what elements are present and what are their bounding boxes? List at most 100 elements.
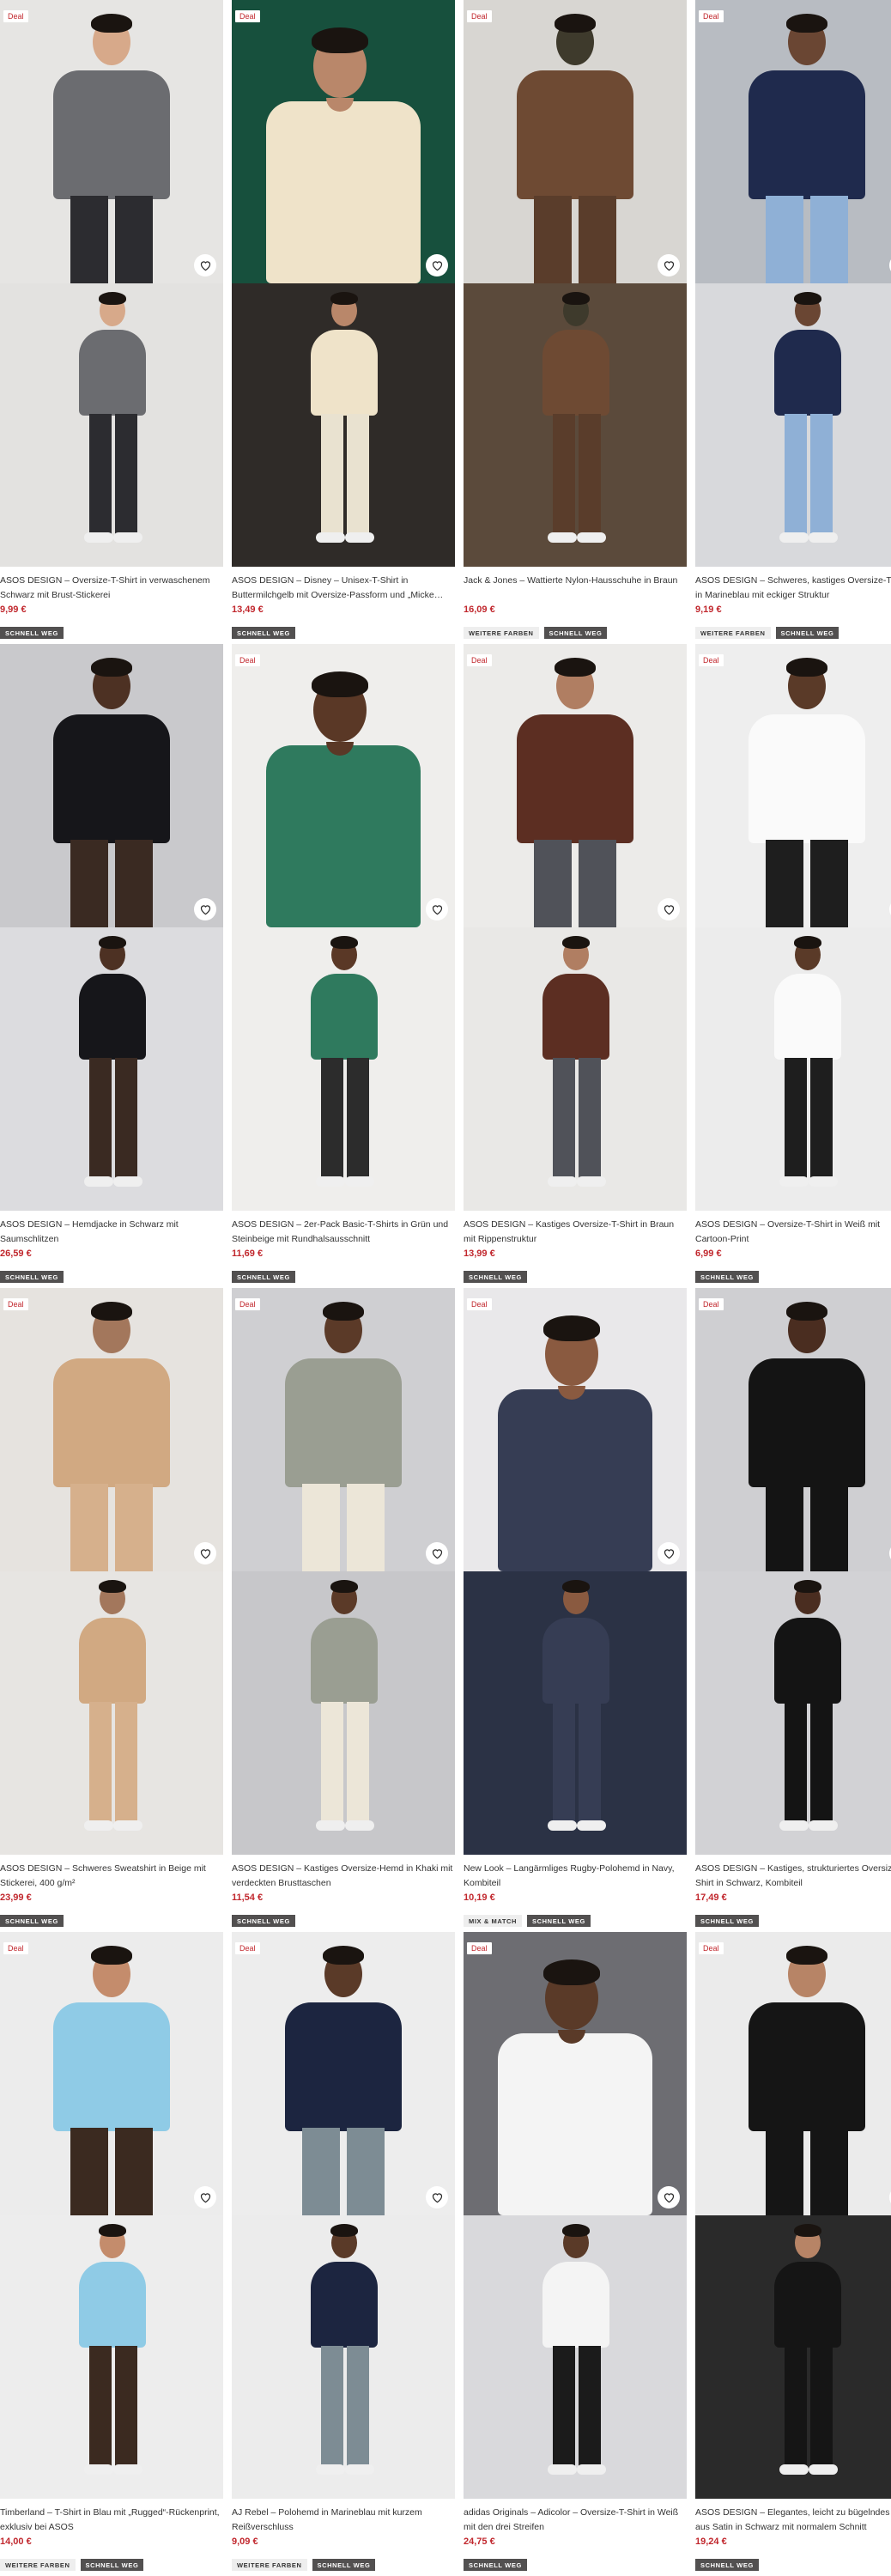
wishlist-button[interactable] <box>658 2186 680 2208</box>
product-image[interactable]: Deal <box>232 0 455 567</box>
product-image[interactable]: Deal <box>695 1932 891 2499</box>
wishlist-button[interactable] <box>194 2186 216 2208</box>
product-photo-secondary[interactable] <box>464 283 687 567</box>
product-card[interactable]: Deal AJ Rebel – Polohemd in Marineblau m… <box>232 1932 455 2576</box>
product-photo-secondary[interactable] <box>232 283 455 567</box>
product-title[interactable]: ASOS DESIGN – 2er-Pack Basic-T-Shirts in… <box>232 1218 453 1247</box>
product-photo-primary[interactable]: Deal <box>695 1288 891 1571</box>
product-card[interactable]: Deal ASOS DESIGN – Disney – Unisex-T-Shi… <box>232 0 455 644</box>
product-photo-primary[interactable]: Deal <box>695 1932 891 2215</box>
heart-outline-icon <box>431 259 444 271</box>
product-title[interactable]: ASOS DESIGN – Kastiges Oversize-T-Shirt … <box>464 1218 685 1247</box>
product-image[interactable]: Deal <box>695 0 891 567</box>
product-card[interactable]: Deal ASOS DESIGN – Schweres Sweatshirt i… <box>0 1288 223 1932</box>
product-card[interactable]: Deal ASOS DESIGN – Oversize-T-Shirt in W… <box>695 644 891 1288</box>
product-title[interactable]: ASOS DESIGN – Kastiges, strukturiertes O… <box>695 1862 891 1891</box>
product-photo-secondary[interactable] <box>0 2215 223 2499</box>
product-title[interactable]: ASOS DESIGN – Elegantes, leicht zu bügel… <box>695 2506 891 2535</box>
product-photo-primary[interactable] <box>0 644 223 927</box>
product-photo-secondary[interactable] <box>232 1571 455 1855</box>
product-photo-secondary[interactable] <box>695 1571 891 1855</box>
product-image[interactable] <box>0 644 223 1211</box>
product-photo-primary[interactable]: Deal <box>464 1288 687 1571</box>
product-image[interactable]: Deal <box>695 644 891 1211</box>
product-card[interactable]: Deal ASOS DESIGN – Elegantes, leicht zu … <box>695 1932 891 2576</box>
wishlist-button[interactable] <box>658 254 680 276</box>
product-image[interactable]: Deal <box>464 1288 687 1855</box>
product-photo-primary[interactable]: Deal <box>232 644 455 927</box>
product-title[interactable]: ASOS DESIGN – Schweres Sweatshirt in Bei… <box>0 1862 221 1891</box>
product-card[interactable]: Deal ASOS DESIGN – Kastiges Oversize-T-S… <box>464 644 687 1288</box>
wishlist-button[interactable] <box>658 1542 680 1564</box>
product-price: 17,49 € <box>695 1893 727 1903</box>
product-photo-primary[interactable]: Deal <box>232 1932 455 2215</box>
product-image[interactable]: Deal <box>0 0 223 567</box>
product-image[interactable]: Deal <box>232 1288 455 1855</box>
product-card[interactable]: Deal ASOS DESIGN – Oversize-T-Shirt in v… <box>0 0 223 644</box>
product-card[interactable]: Deal Jack & Jones – Wattierte Nylon-Haus… <box>464 0 687 644</box>
product-photo-secondary[interactable] <box>0 927 223 1211</box>
product-photo-primary[interactable]: Deal <box>695 0 891 283</box>
product-title[interactable]: ASOS DESIGN – Disney – Unisex-T-Shirt in… <box>232 574 453 603</box>
product-photo-primary[interactable]: Deal <box>232 1288 455 1571</box>
product-image[interactable]: Deal <box>232 1932 455 2499</box>
product-card[interactable]: Deal New Look – Langärmliges Rugby-Poloh… <box>464 1288 687 1932</box>
product-photo-primary[interactable]: Deal <box>0 0 223 283</box>
product-image[interactable]: Deal <box>464 0 687 567</box>
product-card[interactable]: Deal ASOS DESIGN – 2er-Pack Basic-T-Shir… <box>232 644 455 1288</box>
product-image[interactable]: Deal <box>464 644 687 1211</box>
product-photo-secondary[interactable] <box>0 1571 223 1855</box>
product-photo-secondary[interactable] <box>232 927 455 1211</box>
wishlist-button[interactable] <box>426 898 448 920</box>
product-card[interactable]: Deal ASOS DESIGN – Kastiges Oversize-Hem… <box>232 1288 455 1932</box>
product-photo-secondary[interactable] <box>232 2215 455 2499</box>
product-photo-secondary[interactable] <box>695 927 891 1211</box>
product-photo-primary[interactable]: Deal <box>0 1932 223 2215</box>
product-card[interactable]: Deal ASOS DESIGN – Schweres, kastiges Ov… <box>695 0 891 644</box>
product-photo-primary[interactable]: Deal <box>464 0 687 283</box>
product-photo-secondary[interactable] <box>464 927 687 1211</box>
product-title[interactable]: New Look – Langärmliges Rugby-Polohemd i… <box>464 1862 685 1891</box>
wishlist-button[interactable] <box>194 898 216 920</box>
product-card[interactable]: Deal Timberland – T-Shirt in Blau mit „R… <box>0 1932 223 2576</box>
wishlist-button[interactable] <box>658 898 680 920</box>
product-photo-secondary[interactable] <box>695 2215 891 2499</box>
product-photo-primary[interactable]: Deal <box>695 644 891 927</box>
product-image[interactable]: Deal <box>695 1288 891 1855</box>
product-title[interactable]: ASOS DESIGN – Oversize-T-Shirt in Weiß m… <box>695 1218 891 1247</box>
product-title[interactable]: ASOS DESIGN – Kastiges Oversize-Hemd in … <box>232 1862 453 1891</box>
wishlist-button[interactable] <box>194 254 216 276</box>
product-title[interactable]: Timberland – T-Shirt in Blau mit „Rugged… <box>0 2506 221 2535</box>
product-badges: SCHNELL WEG <box>232 627 295 639</box>
product-photo-primary[interactable]: Deal <box>232 0 455 283</box>
product-card[interactable]: Deal ASOS DESIGN – Kastiges, strukturier… <box>695 1288 891 1932</box>
product-photo-secondary[interactable] <box>464 1571 687 1855</box>
product-title[interactable]: ASOS DESIGN – Oversize-T-Shirt in verwas… <box>0 574 221 603</box>
product-card[interactable]: Deal adidas Originals – Adicolor – Overs… <box>464 1932 687 2576</box>
product-photo-secondary[interactable] <box>695 283 891 567</box>
product-title[interactable]: adidas Originals – Adicolor – Oversize-T… <box>464 2506 685 2535</box>
wishlist-button[interactable] <box>194 1542 216 1564</box>
product-photo-primary[interactable]: Deal <box>464 644 687 927</box>
product-badge: SCHNELL WEG <box>543 627 608 639</box>
product-photo-secondary[interactable] <box>0 283 223 567</box>
wishlist-button[interactable] <box>426 2186 448 2208</box>
wishlist-button[interactable] <box>426 254 448 276</box>
product-card[interactable]: ASOS DESIGN – Hemdjacke in Schwarz mit S… <box>0 644 223 1288</box>
product-image[interactable]: Deal <box>232 644 455 1211</box>
product-title[interactable]: ASOS DESIGN – Schweres, kastiges Oversiz… <box>695 574 891 603</box>
product-title[interactable]: AJ Rebel – Polohemd in Marineblau mit ku… <box>232 2506 453 2535</box>
product-image[interactable]: Deal <box>464 1932 687 2499</box>
product-row: ASOS DESIGN – Hemdjacke in Schwarz mit S… <box>0 644 891 1288</box>
deal-badge: Deal <box>699 1942 724 1954</box>
product-photo-primary[interactable]: Deal <box>464 1932 687 2215</box>
product-photo-primary[interactable]: Deal <box>0 1288 223 1571</box>
product-photo-secondary[interactable] <box>464 2215 687 2499</box>
product-title[interactable]: Jack & Jones – Wattierte Nylon-Hausschuh… <box>464 574 685 603</box>
heart-outline-icon <box>199 903 212 915</box>
heart-outline-icon <box>663 1547 676 1559</box>
wishlist-button[interactable] <box>426 1542 448 1564</box>
product-image[interactable]: Deal <box>0 1288 223 1855</box>
product-image[interactable]: Deal <box>0 1932 223 2499</box>
product-title[interactable]: ASOS DESIGN – Hemdjacke in Schwarz mit S… <box>0 1218 221 1247</box>
